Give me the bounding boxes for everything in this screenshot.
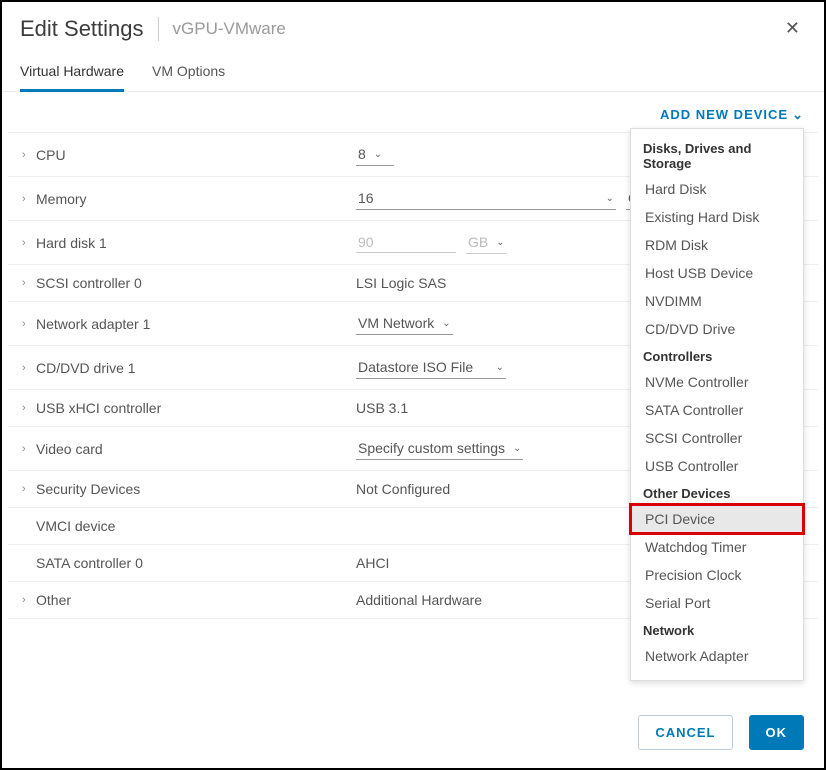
cddvd-value: Datastore ISO File [358, 359, 473, 375]
chevron-down-icon: ⌄ [606, 193, 614, 204]
row-label: Video card [36, 441, 356, 457]
chevron-right-icon: › [22, 594, 36, 606]
hard-disk-size-input[interactable] [356, 232, 456, 253]
menu-item-network-adapter[interactable]: Network Adapter [631, 642, 803, 670]
cddvd-select[interactable]: Datastore ISO File ⌄ [356, 356, 506, 379]
memory-value: 16 [358, 190, 374, 206]
chevron-right-icon: › [22, 318, 36, 330]
cpu-value: 8 [358, 146, 366, 162]
chevron-down-icon: ⌄ [374, 149, 382, 160]
dialog-header: Edit Settings vGPU-VMware ✕ [2, 2, 824, 49]
row-label: USB xHCI controller [36, 400, 356, 416]
row-label: Hard disk 1 [36, 235, 356, 251]
add-new-device-button[interactable]: ADD NEW DEVICE ⌄ [660, 107, 804, 123]
chevron-right-icon: › [22, 362, 36, 374]
dialog-footer: CANCEL OK [638, 715, 804, 750]
chevron-down-icon: ⌄ [792, 107, 804, 123]
row-label: Memory [36, 191, 356, 207]
menu-item-nvdimm[interactable]: NVDIMM [631, 287, 803, 315]
close-icon[interactable]: ✕ [779, 14, 806, 43]
memory-select[interactable]: 16 ⌄ [356, 187, 616, 210]
chevron-right-icon: › [22, 277, 36, 289]
video-value: Specify custom settings [358, 440, 505, 456]
menu-item-scsi-controller[interactable]: SCSI Controller [631, 424, 803, 452]
hard-disk-unit-select[interactable]: GB ⌄ [466, 231, 507, 254]
content-area: ADD NEW DEVICE ⌄ › CPU 8 ⌄ › Memory [2, 92, 824, 619]
row-label: CPU [36, 147, 356, 163]
chevron-right-icon: › [22, 483, 36, 495]
edit-settings-dialog: Edit Settings vGPU-VMware ✕ Virtual Hard… [0, 0, 826, 770]
menu-section-other-devices: Other Devices [631, 480, 803, 505]
row-label: Other [36, 592, 356, 608]
menu-item-sata-controller[interactable]: SATA Controller [631, 396, 803, 424]
menu-item-host-usb-device[interactable]: Host USB Device [631, 259, 803, 287]
title-divider [158, 17, 159, 41]
row-label: VMCI device [36, 518, 356, 534]
vm-name: vGPU-VMware [173, 19, 286, 39]
tab-virtual-hardware[interactable]: Virtual Hardware [20, 57, 124, 92]
chevron-right-icon: › [22, 149, 36, 161]
menu-item-nvme-controller[interactable]: NVMe Controller [631, 368, 803, 396]
chevron-right-icon: › [22, 443, 36, 455]
menu-item-cd-dvd-drive[interactable]: CD/DVD Drive [631, 315, 803, 343]
chevron-right-icon: › [22, 193, 36, 205]
row-label: Network adapter 1 [36, 316, 356, 332]
network-value: VM Network [358, 315, 434, 331]
tab-bar: Virtual Hardware VM Options [2, 49, 824, 92]
tab-vm-options[interactable]: VM Options [152, 57, 225, 91]
menu-item-hard-disk[interactable]: Hard Disk [631, 175, 803, 203]
menu-item-rdm-disk[interactable]: RDM Disk [631, 231, 803, 259]
add-new-device-label: ADD NEW DEVICE [660, 107, 788, 122]
menu-section-controllers: Controllers [631, 343, 803, 368]
add-device-menu: Disks, Drives and Storage Hard Disk Exis… [630, 128, 804, 681]
ok-button[interactable]: OK [749, 715, 805, 750]
menu-section-disks: Disks, Drives and Storage [631, 135, 803, 175]
menu-item-existing-hard-disk[interactable]: Existing Hard Disk [631, 203, 803, 231]
row-label: CD/DVD drive 1 [36, 360, 356, 376]
dialog-title: Edit Settings [20, 16, 144, 42]
menu-item-serial-port[interactable]: Serial Port [631, 589, 803, 617]
menu-item-usb-controller[interactable]: USB Controller [631, 452, 803, 480]
row-label: SCSI controller 0 [36, 275, 356, 291]
chevron-right-icon: › [22, 402, 36, 414]
chevron-down-icon: ⌄ [496, 362, 504, 373]
row-label: SATA controller 0 [36, 555, 356, 571]
menu-item-precision-clock[interactable]: Precision Clock [631, 561, 803, 589]
cancel-button[interactable]: CANCEL [638, 715, 732, 750]
chevron-down-icon: ⌄ [496, 237, 504, 248]
network-select[interactable]: VM Network ⌄ [356, 312, 453, 335]
menu-section-network: Network [631, 617, 803, 642]
video-select[interactable]: Specify custom settings ⌄ [356, 437, 523, 460]
disk-unit: GB [468, 234, 488, 250]
chevron-right-icon: › [22, 237, 36, 249]
chevron-down-icon: ⌄ [442, 318, 450, 329]
cpu-select[interactable]: 8 ⌄ [356, 143, 394, 166]
chevron-down-icon: ⌄ [513, 443, 521, 454]
menu-item-pci-device[interactable]: PCI Device [631, 505, 803, 533]
menu-item-watchdog-timer[interactable]: Watchdog Timer [631, 533, 803, 561]
row-label: Security Devices [36, 481, 356, 497]
